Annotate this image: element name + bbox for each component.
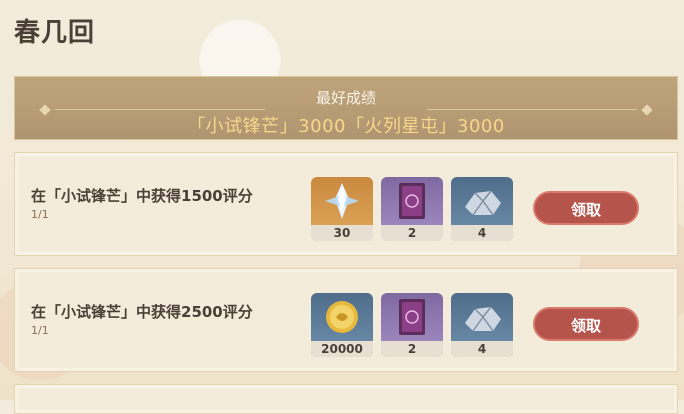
reward-count: 4	[451, 341, 513, 357]
reward-item-book[interactable]: 2	[381, 177, 443, 241]
reward-item-primogem[interactable]: 30	[311, 177, 373, 241]
claim-button[interactable]: 领取	[533, 307, 639, 341]
book-icon	[399, 183, 425, 219]
banner-divider-right	[427, 109, 637, 110]
task-progress: 1/1	[31, 208, 49, 221]
best-score-banner: 最好成绩 「小试锋芒」3000「火列星屯」3000	[14, 76, 678, 140]
task-description: 在「小试锋芒」中获得2500评分	[31, 303, 253, 321]
claim-button[interactable]: 领取	[533, 191, 639, 225]
best-score-values: 「小试锋芒」3000「火列星屯」3000	[187, 116, 505, 137]
task-description: 在「小试锋芒」中获得1500评分	[31, 187, 253, 205]
reward-item-mora[interactable]: 20000	[311, 293, 373, 357]
reward-count: 20000	[311, 341, 373, 357]
best-score-label: 最好成绩	[315, 89, 376, 107]
mora-icon	[326, 301, 358, 333]
task-card: 在「小试锋芒」中获得1500评分 1/1 30 2 4 领取	[14, 152, 678, 256]
reward-count: 2	[381, 225, 443, 241]
primogem-icon	[325, 183, 359, 219]
banner-divider-left	[55, 109, 265, 110]
reward-item-ore[interactable]: 4	[451, 293, 513, 357]
task-progress: 1/1	[31, 324, 49, 337]
book-icon	[399, 299, 425, 335]
reward-item-ore[interactable]: 4	[451, 177, 513, 241]
reward-count: 2	[381, 341, 443, 357]
reward-item-book[interactable]: 2	[381, 293, 443, 357]
page-title: 春几回	[14, 18, 96, 48]
ore-icon	[465, 190, 501, 216]
task-card	[14, 384, 678, 414]
task-card: 在「小试锋芒」中获得2500评分 1/1 20000 2 4 领取	[14, 268, 678, 372]
reward-count: 4	[451, 225, 513, 241]
reward-count: 30	[311, 225, 373, 241]
ore-icon	[465, 306, 501, 332]
